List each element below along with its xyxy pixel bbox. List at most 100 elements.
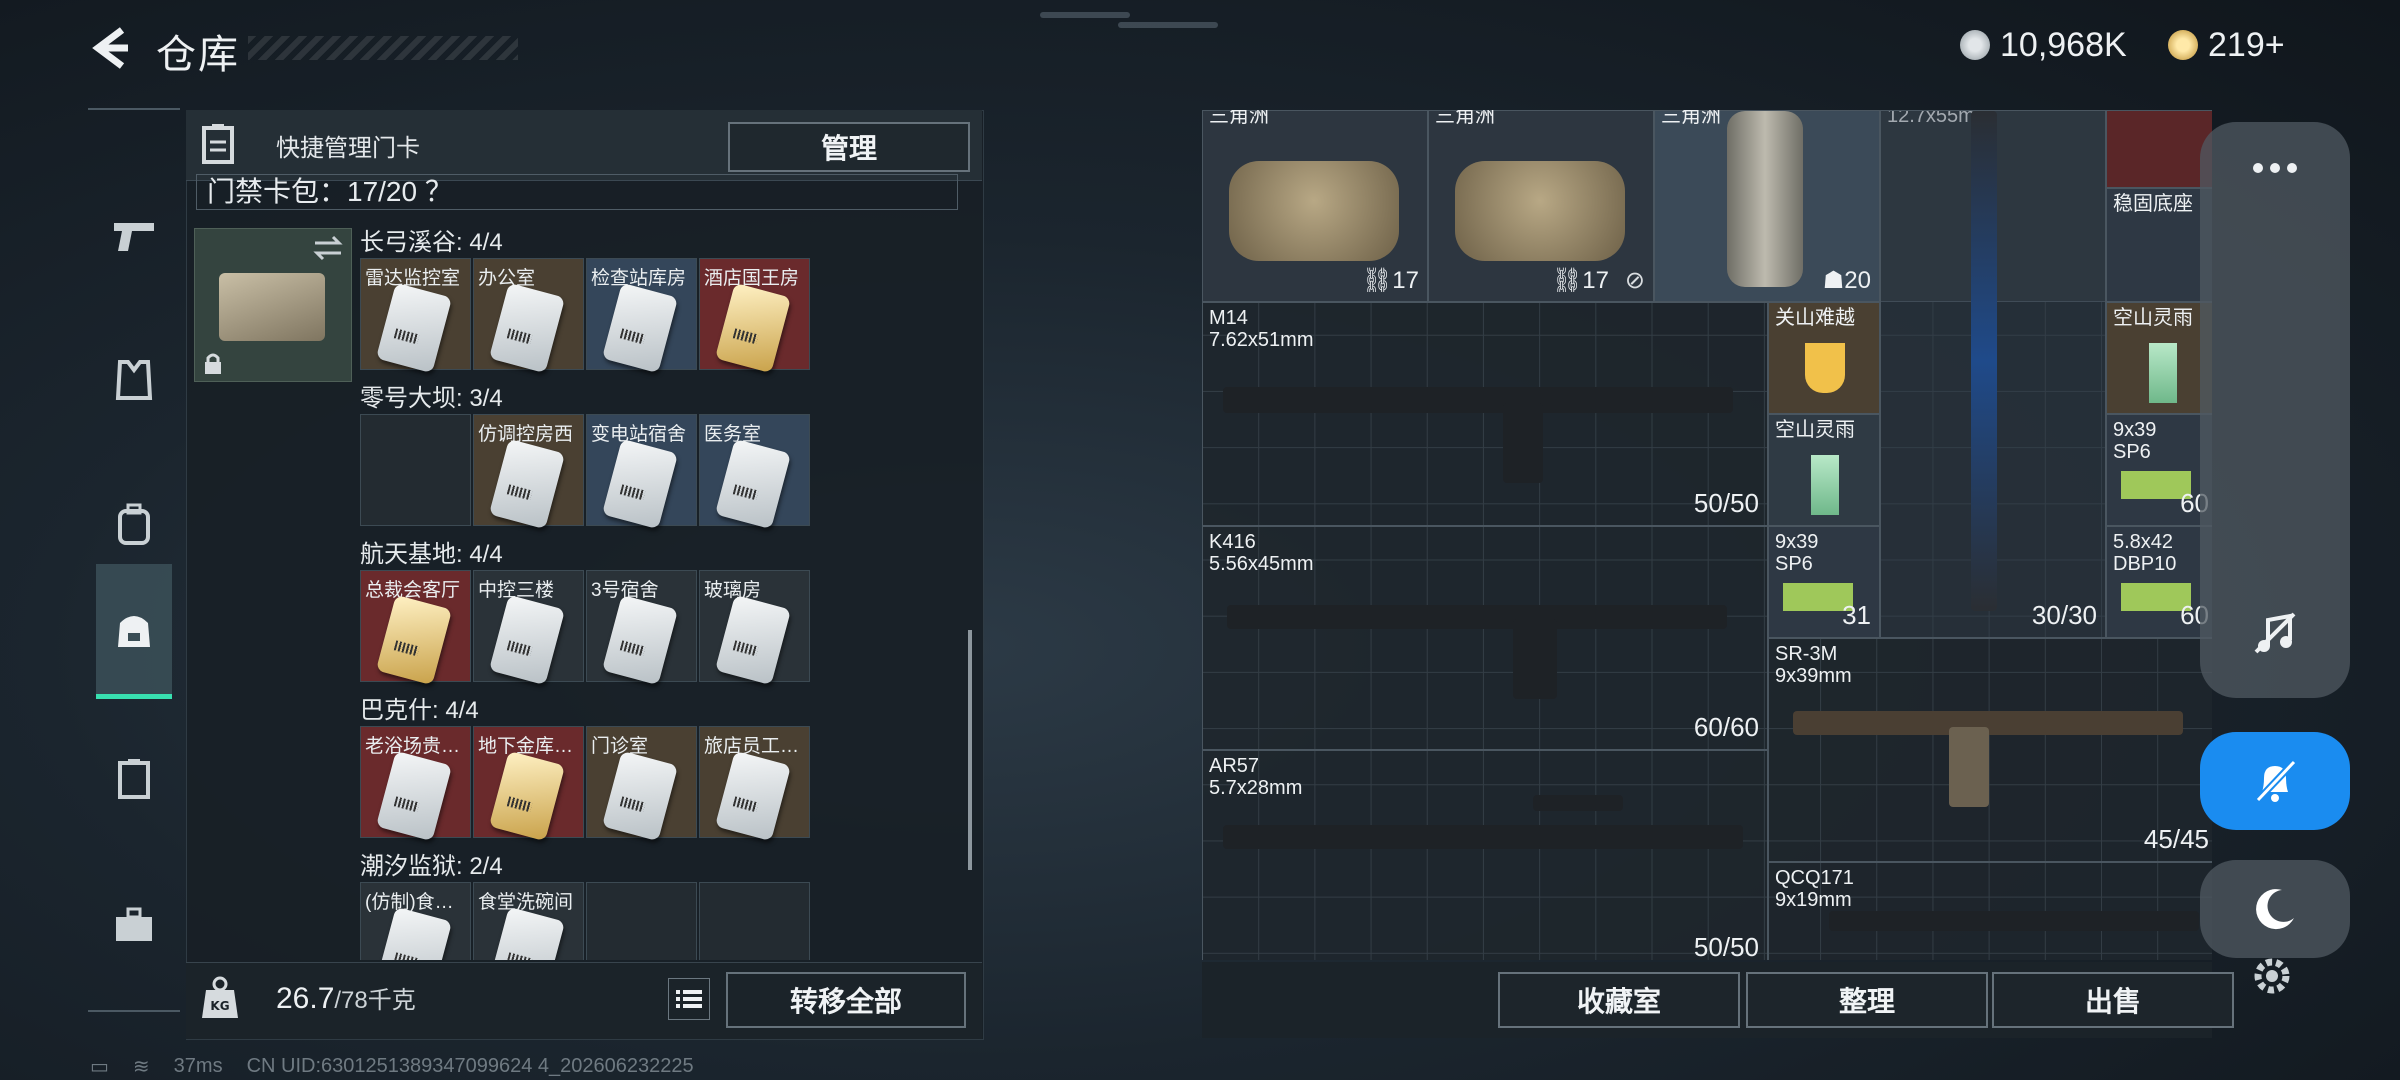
keycard-slot[interactable]: 门诊室 bbox=[586, 726, 697, 842]
sell-button[interactable]: 出售 bbox=[1992, 972, 2234, 1028]
keycard-label: 总裁会客厅 bbox=[365, 580, 461, 601]
bag-icon bbox=[118, 616, 150, 647]
keycard-slot[interactable]: 中控三楼 bbox=[473, 570, 584, 686]
duffel-bag-image bbox=[1229, 161, 1399, 261]
back-button[interactable] bbox=[88, 24, 132, 72]
swap-icon[interactable] bbox=[313, 235, 343, 261]
nav-keycards[interactable] bbox=[96, 714, 172, 844]
keycard-slot[interactable]: (仿制)食… bbox=[360, 882, 471, 960]
inventory-item-bag[interactable]: 三角洲 ⛓17 ⊘ bbox=[1428, 110, 1654, 302]
rifle-image bbox=[1223, 387, 1733, 413]
keycard-row: 仿调控房西 变电站宿舍 医务室 bbox=[360, 414, 812, 530]
empty-keycard-slot[interactable] bbox=[699, 882, 810, 960]
gold-currency[interactable]: 219+ bbox=[2168, 22, 2285, 68]
mute-notifications-button[interactable] bbox=[2200, 732, 2350, 830]
nav-armor[interactable] bbox=[96, 315, 172, 445]
keycard-label: 旅店员工… bbox=[704, 736, 800, 757]
collection-room-button[interactable]: 收藏室 bbox=[1498, 972, 1740, 1028]
inventory-item-rifle[interactable]: SR-3M 9x39mm 45/45 bbox=[1768, 638, 2212, 862]
keycard-slot[interactable]: 地下金库… bbox=[473, 726, 584, 842]
inventory-item-bag[interactable]: 三角洲 ⛓17 bbox=[1202, 110, 1428, 302]
count-value: 20 bbox=[1844, 267, 1871, 294]
gold-amount: 219+ bbox=[2208, 25, 2285, 64]
item-name: QCQ171 9x19mm bbox=[1775, 867, 1854, 911]
gear-icon[interactable] bbox=[2250, 954, 2294, 998]
keycard-slot[interactable]: 总裁会客厅 bbox=[360, 570, 471, 686]
keycard-slot[interactable]: 仿调控房西 bbox=[473, 414, 584, 530]
keycard-slot[interactable]: 酒店国王房 bbox=[699, 258, 810, 374]
keycard-label: 医务室 bbox=[704, 424, 762, 445]
inventory-item-drink[interactable]: 关山难越 bbox=[1768, 302, 1880, 414]
empty-keycard-slot[interactable] bbox=[360, 414, 471, 526]
ping-value: 37ms bbox=[173, 1055, 223, 1077]
nav-tools[interactable] bbox=[96, 860, 172, 990]
inventory-item-drink[interactable]: 空山灵雨 bbox=[1768, 414, 1880, 526]
inventory-item-rifle[interactable]: 30/30 bbox=[1880, 110, 2106, 638]
inventory-item-rifle[interactable]: M14 7.62x51mm 50/50 bbox=[1202, 302, 1768, 526]
keycard-slot[interactable]: 变电站宿舍 bbox=[586, 414, 697, 530]
more-icon[interactable] bbox=[2250, 156, 2300, 180]
keycard-slot[interactable]: 老浴场贵… bbox=[360, 726, 471, 842]
inventory-item-part[interactable]: 稳固底座 bbox=[2106, 188, 2212, 302]
transfer-all-button[interactable]: 转移全部 bbox=[726, 972, 966, 1028]
section-title: 零号大坝: 3/4 bbox=[360, 385, 503, 412]
item-name: 5.8x42 DBP10 bbox=[2113, 531, 2177, 575]
inventory-item-ammo[interactable]: 9x39 SP6 31 bbox=[1768, 526, 1880, 638]
vest-icon bbox=[115, 360, 153, 400]
keycard-slot[interactable]: 办公室 bbox=[473, 258, 584, 374]
card-case-image bbox=[219, 273, 325, 341]
quick-manage-label: 快捷管理门卡 bbox=[276, 135, 420, 162]
section-title: 巴克什: 4/4 bbox=[360, 697, 479, 724]
inventory-grid: 三角洲 ⛓17 三角洲 ⛓17 ⊘ 三角洲 ☗20 12.7x55mm 稳固底座… bbox=[1202, 110, 2212, 960]
keycard-slot[interactable]: 雷达监控室 bbox=[360, 258, 471, 374]
keycard-slot[interactable]: 医务室 bbox=[699, 414, 810, 530]
keycard-label: 酒店国王房 bbox=[704, 268, 800, 289]
uid-text: CN UID:6301251389347099624 4_20260623222… bbox=[246, 1055, 694, 1077]
nav-weapons[interactable] bbox=[96, 170, 172, 300]
pistol-icon bbox=[114, 223, 154, 251]
drink-image bbox=[1811, 455, 1839, 515]
item-name: SR-3M 9x39mm bbox=[1775, 643, 1852, 687]
keycard-row: 雷达监控室 办公室 检查站库房 酒店国王房 bbox=[360, 258, 812, 374]
keycard-slot[interactable]: 食堂洗碗间 bbox=[473, 882, 584, 960]
keycard-label: 地下金库… bbox=[478, 736, 574, 757]
inventory-item-rifle[interactable]: AR57 5.7x28mm 50/50 bbox=[1202, 750, 1768, 960]
keycard-image bbox=[488, 750, 566, 842]
weight-icon: KG bbox=[202, 976, 238, 1018]
keycard-image bbox=[488, 438, 566, 530]
inventory-item-ammo[interactable]: 9x39 SP6 60 bbox=[2106, 414, 2212, 526]
inventory-item-rifle[interactable]: K416 5.56x45mm 60/60 bbox=[1202, 526, 1768, 750]
status-bar: ▭ ≋ 37ms CN UID:6301251389347099624 4_20… bbox=[90, 1054, 694, 1079]
list-view-button[interactable] bbox=[668, 978, 710, 1020]
manage-button[interactable]: 管理 bbox=[728, 122, 970, 172]
nav-storage[interactable] bbox=[96, 564, 172, 699]
keycard-label: 3号宿舍 bbox=[591, 580, 659, 601]
empty-keycard-slot[interactable] bbox=[586, 882, 697, 960]
keycard-image bbox=[375, 282, 453, 374]
rifle-magazine bbox=[1503, 403, 1543, 483]
item-count: 50/50 bbox=[1693, 488, 1759, 518]
inventory-item-smg[interactable]: QCQ171 9x19mm bbox=[1768, 862, 2212, 960]
sort-button[interactable]: 整理 bbox=[1746, 972, 1988, 1028]
item-name: 三角洲 bbox=[1661, 110, 1721, 127]
inventory-item-ammo[interactable]: 5.8x42 DBP10 60 bbox=[2106, 526, 2212, 638]
keycard-slot[interactable]: 检查站库房 bbox=[586, 258, 697, 374]
keycard-image bbox=[714, 594, 792, 686]
item-name: 稳固底座 bbox=[2113, 193, 2193, 215]
scrollbar[interactable] bbox=[968, 630, 972, 870]
inventory-item-bag[interactable]: 三角洲 ☗20 bbox=[1654, 110, 1880, 302]
music-off-icon[interactable] bbox=[2252, 610, 2298, 656]
keycard-label: 办公室 bbox=[478, 268, 536, 289]
card-bag-capacity[interactable]: 门禁卡包：17/20 ？ bbox=[196, 174, 958, 210]
rifle-image bbox=[1227, 605, 1727, 629]
keycard-slot[interactable]: 玻璃房 bbox=[699, 570, 810, 686]
keycard-slot[interactable]: 3号宿舍 bbox=[586, 570, 697, 686]
inventory-item[interactable] bbox=[2106, 110, 2212, 188]
item-name: 9x39 SP6 bbox=[1775, 531, 1819, 575]
dark-mode-button[interactable] bbox=[2200, 860, 2350, 958]
keycard-bag-slot[interactable] bbox=[194, 228, 352, 382]
keycard-slot[interactable]: 旅店员工… bbox=[699, 726, 810, 842]
category-nav bbox=[88, 108, 180, 1012]
silver-coin-icon bbox=[1960, 30, 1990, 60]
inventory-item-drink[interactable]: 空山灵雨 bbox=[2106, 302, 2212, 414]
